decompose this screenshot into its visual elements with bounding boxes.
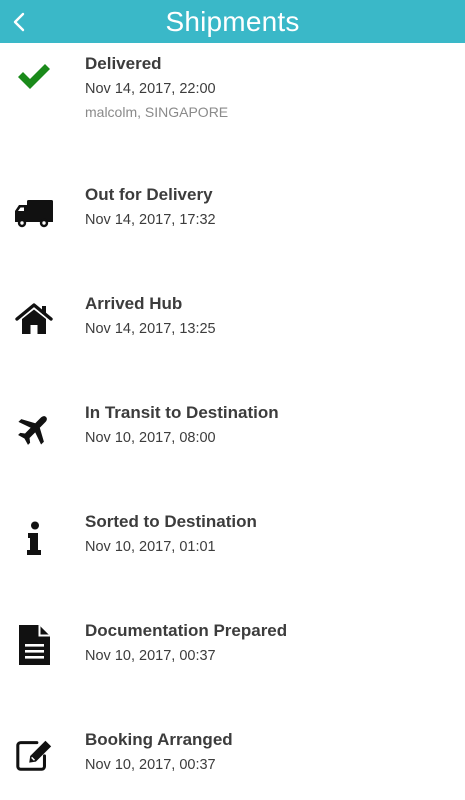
truck-icon bbox=[14, 193, 54, 233]
status-label: Documentation Prepared bbox=[85, 621, 288, 640]
status-label: Out for Delivery bbox=[85, 185, 213, 204]
plane-icon bbox=[14, 409, 54, 449]
check-icon bbox=[14, 56, 54, 96]
status-label: Delivered bbox=[85, 54, 162, 73]
status-label: Arrived Hub bbox=[85, 294, 183, 313]
status-label: Booking Arranged bbox=[85, 730, 233, 749]
status-datetime: Nov 10, 2017, 00:37 bbox=[85, 648, 216, 664]
status-datetime: Nov 10, 2017, 01:01 bbox=[85, 539, 216, 555]
info-icon bbox=[14, 519, 54, 559]
timeline-item-arrived-hub: Arrived Hub Nov 14, 2017, 13:25 bbox=[0, 261, 465, 370]
status-datetime: Nov 10, 2017, 00:37 bbox=[85, 757, 216, 773]
page-title: Shipments bbox=[165, 6, 300, 37]
status-location: malcolm, SINGAPORE bbox=[85, 104, 229, 120]
back-button[interactable] bbox=[2, 0, 36, 43]
status-datetime: Nov 14, 2017, 22:00 bbox=[85, 81, 216, 97]
timeline-item-in-transit: In Transit to Destination Nov 10, 2017, … bbox=[0, 370, 465, 479]
chevron-left-icon bbox=[13, 12, 25, 31]
app-header: Shipments bbox=[0, 0, 465, 43]
shipments-screen: Shipments Delivered Nov 14, 2017, 22:00 … bbox=[0, 0, 465, 800]
status-datetime: Nov 14, 2017, 13:25 bbox=[85, 321, 216, 337]
timeline-item-sorted: Sorted to Destination Nov 10, 2017, 01:0… bbox=[0, 479, 465, 588]
timeline-item-delivered: Delivered Nov 14, 2017, 22:00 malcolm, S… bbox=[0, 43, 465, 152]
status-label: Sorted to Destination bbox=[85, 512, 257, 531]
edit-icon bbox=[14, 735, 54, 775]
status-label: In Transit to Destination bbox=[85, 403, 279, 422]
timeline-item-out-for-delivery: Out for Delivery Nov 14, 2017, 17:32 bbox=[0, 152, 465, 261]
home-icon bbox=[14, 299, 54, 339]
document-icon bbox=[14, 625, 54, 665]
timeline-item-documentation: Documentation Prepared Nov 10, 2017, 00:… bbox=[0, 588, 465, 697]
shipment-timeline: Delivered Nov 14, 2017, 22:00 malcolm, S… bbox=[0, 43, 465, 800]
status-datetime: Nov 14, 2017, 17:32 bbox=[85, 212, 216, 228]
status-datetime: Nov 10, 2017, 08:00 bbox=[85, 430, 216, 446]
timeline-item-booking: Booking Arranged Nov 10, 2017, 00:37 bbox=[0, 697, 465, 800]
